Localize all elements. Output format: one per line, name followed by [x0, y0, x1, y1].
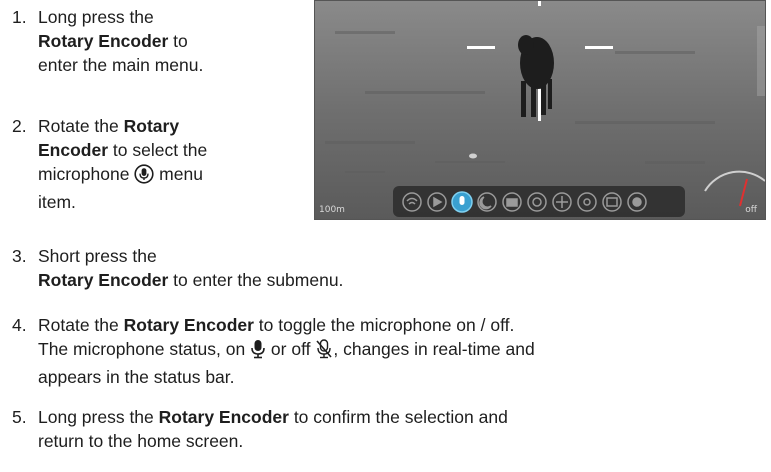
step-2: 2. Rotate the Rotary Encoder to select t…	[12, 114, 302, 224]
step-number: 2.	[12, 116, 27, 136]
mic-status-label: off	[745, 205, 757, 215]
thermal-scope-screenshot: 100m off	[314, 0, 766, 220]
step-3: 3. Short press the Rotary Encoder to ent…	[12, 244, 712, 294]
step-text: Short press the Rotary Encoder to enter …	[38, 246, 344, 290]
step-text: Long press the Rotary Encoder to confirm…	[38, 407, 508, 451]
microphone-circle-icon	[134, 164, 154, 190]
step-number: 4.	[12, 315, 27, 335]
step-text: Long press the Rotary Encoder to enter t…	[38, 7, 204, 75]
step-5: 5. Long press the Rotary Encoder to conf…	[12, 405, 762, 455]
step-4: 4. Rotate the Rotary Encoder to toggle t…	[12, 313, 762, 388]
step-number: 3.	[12, 246, 27, 266]
step-text: Rotate the Rotary Encoder to toggle the …	[38, 315, 535, 387]
microphone-off-icon	[315, 339, 333, 365]
animal-silhouette	[518, 35, 554, 117]
microphone-on-icon	[250, 339, 266, 365]
step-number: 1.	[12, 7, 27, 27]
range-label: 100m	[319, 205, 345, 215]
step-1: 1. Long press the Rotary Encoder to ente…	[12, 5, 302, 85]
step-text: Rotate the Rotary Encoder to select the …	[38, 116, 208, 212]
step-number: 5.	[12, 407, 27, 427]
